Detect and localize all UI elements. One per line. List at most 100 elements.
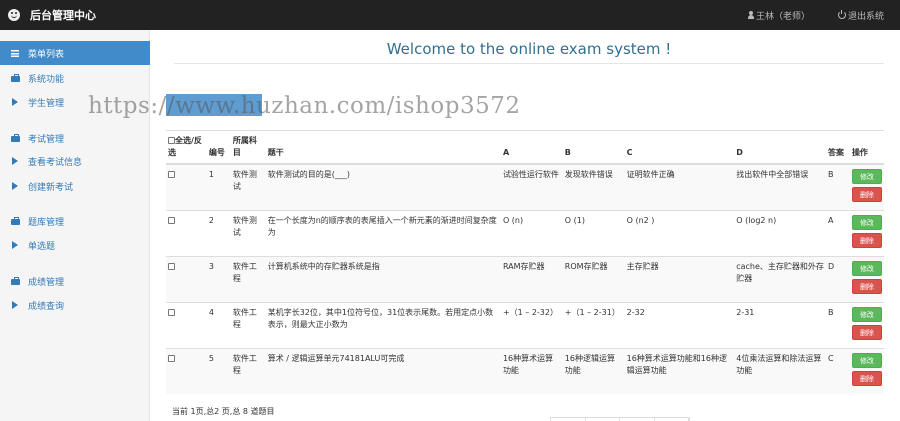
sidebar-item-grades[interactable]: 成绩管理 — [0, 269, 150, 293]
sidebar-item-system[interactable]: 系统功能 — [0, 66, 150, 90]
delete-button[interactable]: 删除 — [851, 278, 882, 294]
cell-subject: 软件工程 — [230, 255, 266, 302]
brand-title: 后台管理中心 — [30, 9, 96, 22]
sidebar-item-label: 菜单列表 — [28, 49, 65, 60]
pagination[interactable] — [550, 417, 690, 421]
sidebar-item-students[interactable]: 学生管理 — [0, 90, 150, 114]
briefcase-icon — [10, 217, 20, 225]
cell-option-b: +（1 – 2-31） — [562, 301, 625, 348]
edit-button[interactable]: 修改 — [851, 352, 882, 368]
top-navbar: 后台管理中心 王林（老师） 退出系统 — [0, 0, 900, 30]
column-header: D — [734, 130, 826, 165]
sidebar-item-grade-query[interactable]: 成绩查询 — [0, 293, 150, 317]
cell-answer: B — [826, 301, 850, 348]
cell-option-b: 16种逻辑运算功能 — [562, 347, 625, 394]
select-all-checkbox[interactable] — [168, 137, 175, 144]
cell-question: 软件测试的目的是(___) — [265, 163, 501, 210]
logout-link[interactable]: 退出系统 — [837, 9, 884, 22]
sidebar-item-label: 系统功能 — [28, 74, 65, 85]
column-header: A — [500, 130, 563, 165]
cell-answer: A — [826, 209, 850, 256]
cell-num: 5 — [206, 347, 231, 394]
cell-question: 算术 / 逻辑运算单元74181ALU可完成 — [265, 347, 501, 394]
column-header: 所属科目 — [230, 130, 266, 165]
select-all-header[interactable]: 全选/反选 — [166, 130, 207, 165]
row-checkbox[interactable] — [168, 354, 175, 362]
cell-option-d: O (log2 n) — [734, 209, 826, 256]
smile-icon — [8, 9, 20, 21]
cell-option-b: O (1) — [562, 209, 625, 256]
row-checkbox[interactable] — [168, 171, 175, 178]
cell-answer: B — [826, 163, 850, 210]
sidebar-item-label: 成绩管理 — [28, 277, 65, 288]
question-table-wrapper: 全选/反选 编号 所属科目 题干 A B C D 答案 操作 1 软件测试 软件… — [166, 130, 884, 394]
cell-option-b: ROM存贮器 — [562, 255, 625, 302]
watermark-highlight — [166, 94, 262, 116]
delete-button[interactable]: 删除 — [851, 232, 882, 248]
delete-button[interactable]: 删除 — [851, 370, 882, 386]
column-header: 题干 — [265, 130, 501, 165]
cell-option-c: O (n2 ) — [624, 209, 735, 256]
cell-num: 3 — [206, 255, 231, 302]
cell-option-a: +（1 – 2-32） — [500, 301, 563, 348]
sidebar-item-view-exams[interactable]: 查看考试信息 — [0, 149, 150, 173]
logout-label: 退出系统 — [847, 11, 884, 22]
table-row: 4 软件工程 某机字长32位，其中1位符号位，31位表示尾数。若用定点小数表示，… — [166, 301, 884, 348]
cell-option-b: 发现软件错误 — [562, 163, 625, 210]
sidebar-item-label: 学生管理 — [28, 98, 65, 109]
brand[interactable]: 后台管理中心 — [8, 7, 96, 23]
cell-subject: 软件工程 — [230, 347, 266, 394]
question-table: 全选/反选 编号 所属科目 题干 A B C D 答案 操作 1 软件测试 软件… — [166, 130, 884, 394]
cell-option-a: 16种算术运算功能 — [500, 347, 563, 394]
sidebar-item-menu-list[interactable]: 菜单列表 — [0, 41, 150, 65]
cell-question: 计算机系统中的存贮器系统是指 — [265, 255, 501, 302]
cell-option-a: 试验性运行软件 — [500, 163, 563, 210]
sidebar-item-label: 单选题 — [28, 241, 56, 252]
edit-button[interactable]: 修改 — [851, 169, 882, 184]
cell-num: 1 — [206, 163, 231, 210]
edit-button[interactable]: 修改 — [851, 306, 882, 322]
user-icon — [747, 11, 754, 19]
play-icon — [10, 98, 20, 106]
cell-num: 2 — [206, 209, 231, 256]
cell-answer: D — [826, 255, 850, 302]
column-header: 答案 — [826, 130, 850, 165]
row-checkbox[interactable] — [168, 308, 175, 316]
sidebar-item-single-choice[interactable]: 单选题 — [0, 233, 150, 257]
sidebar-item-label: 查看考试信息 — [28, 157, 83, 168]
delete-button[interactable]: 删除 — [851, 324, 882, 340]
cell-subject: 软件工程 — [230, 301, 266, 348]
column-header: 操作 — [849, 130, 884, 165]
power-icon — [837, 10, 846, 19]
column-header: C — [624, 130, 735, 165]
sidebar-item-label: 创建新考试 — [28, 182, 74, 193]
briefcase-icon — [10, 74, 20, 82]
sidebar-item-exams[interactable]: 考试管理 — [0, 126, 150, 150]
edit-button[interactable]: 修改 — [851, 214, 882, 230]
play-icon — [10, 301, 20, 309]
table-row: 3 软件工程 计算机系统中的存贮器系统是指 RAM存贮器 ROM存贮器 主存贮器… — [166, 255, 884, 302]
play-icon — [10, 182, 20, 190]
row-checkbox[interactable] — [168, 262, 175, 270]
edit-button[interactable]: 修改 — [851, 260, 882, 276]
cell-option-d: cache、主存贮器和外存贮器 — [734, 255, 826, 302]
sidebar: 菜单列表 系统功能 学生管理 考试管理 查看考试信息 创建新考试 题库管理 单选… — [0, 30, 150, 421]
title-divider — [174, 63, 884, 64]
cell-subject: 软件测试 — [230, 209, 266, 256]
sidebar-item-question-bank[interactable]: 题库管理 — [0, 209, 150, 233]
main-content: Welcome to the online exam system ! 全选/反… — [150, 30, 900, 421]
user-menu[interactable]: 王林（老师） — [747, 9, 810, 22]
cell-option-c: 2-32 — [624, 301, 735, 348]
row-checkbox[interactable] — [168, 216, 175, 224]
cell-subject: 软件测试 — [230, 163, 266, 210]
sidebar-item-label: 成绩查询 — [28, 301, 65, 312]
table-row: 2 软件测试 在一个长度为n的顺序表的表尾插入一个新元素的渐进时间复杂度为 O … — [166, 209, 884, 256]
sidebar-item-label: 考试管理 — [28, 134, 65, 145]
table-row: 1 软件测试 软件测试的目的是(___) 试验性运行软件 发现软件错误 证明软件… — [166, 163, 884, 210]
list-icon — [10, 49, 20, 57]
cell-option-a: O (n) — [500, 209, 563, 256]
sidebar-item-create-exam[interactable]: 创建新考试 — [0, 174, 150, 198]
delete-button[interactable]: 删除 — [851, 187, 882, 202]
user-name: 王林（老师） — [755, 11, 810, 22]
sidebar-item-label: 题库管理 — [28, 217, 65, 228]
